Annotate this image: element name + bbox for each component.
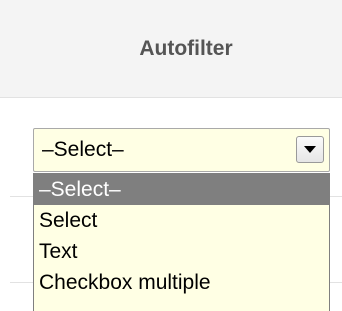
autofilter-select[interactable]: –Select– xyxy=(33,128,330,172)
dropdown-option-select[interactable]: Select xyxy=(34,205,329,236)
dropdown-option-text[interactable]: Text xyxy=(34,236,329,267)
column-header-autofilter: Autofilter xyxy=(0,0,342,98)
autofilter-select-value: –Select– xyxy=(42,138,124,161)
column-header-title: Autofilter xyxy=(139,36,233,60)
chevron-down-icon[interactable] xyxy=(296,136,324,163)
dropdown-option-select-placeholder[interactable]: –Select– xyxy=(34,174,329,205)
dropdown-option-checkbox-multiple[interactable]: Checkbox multiple xyxy=(34,267,329,298)
autofilter-dropdown-list: –Select– Select Text Checkbox multiple xyxy=(33,173,330,311)
